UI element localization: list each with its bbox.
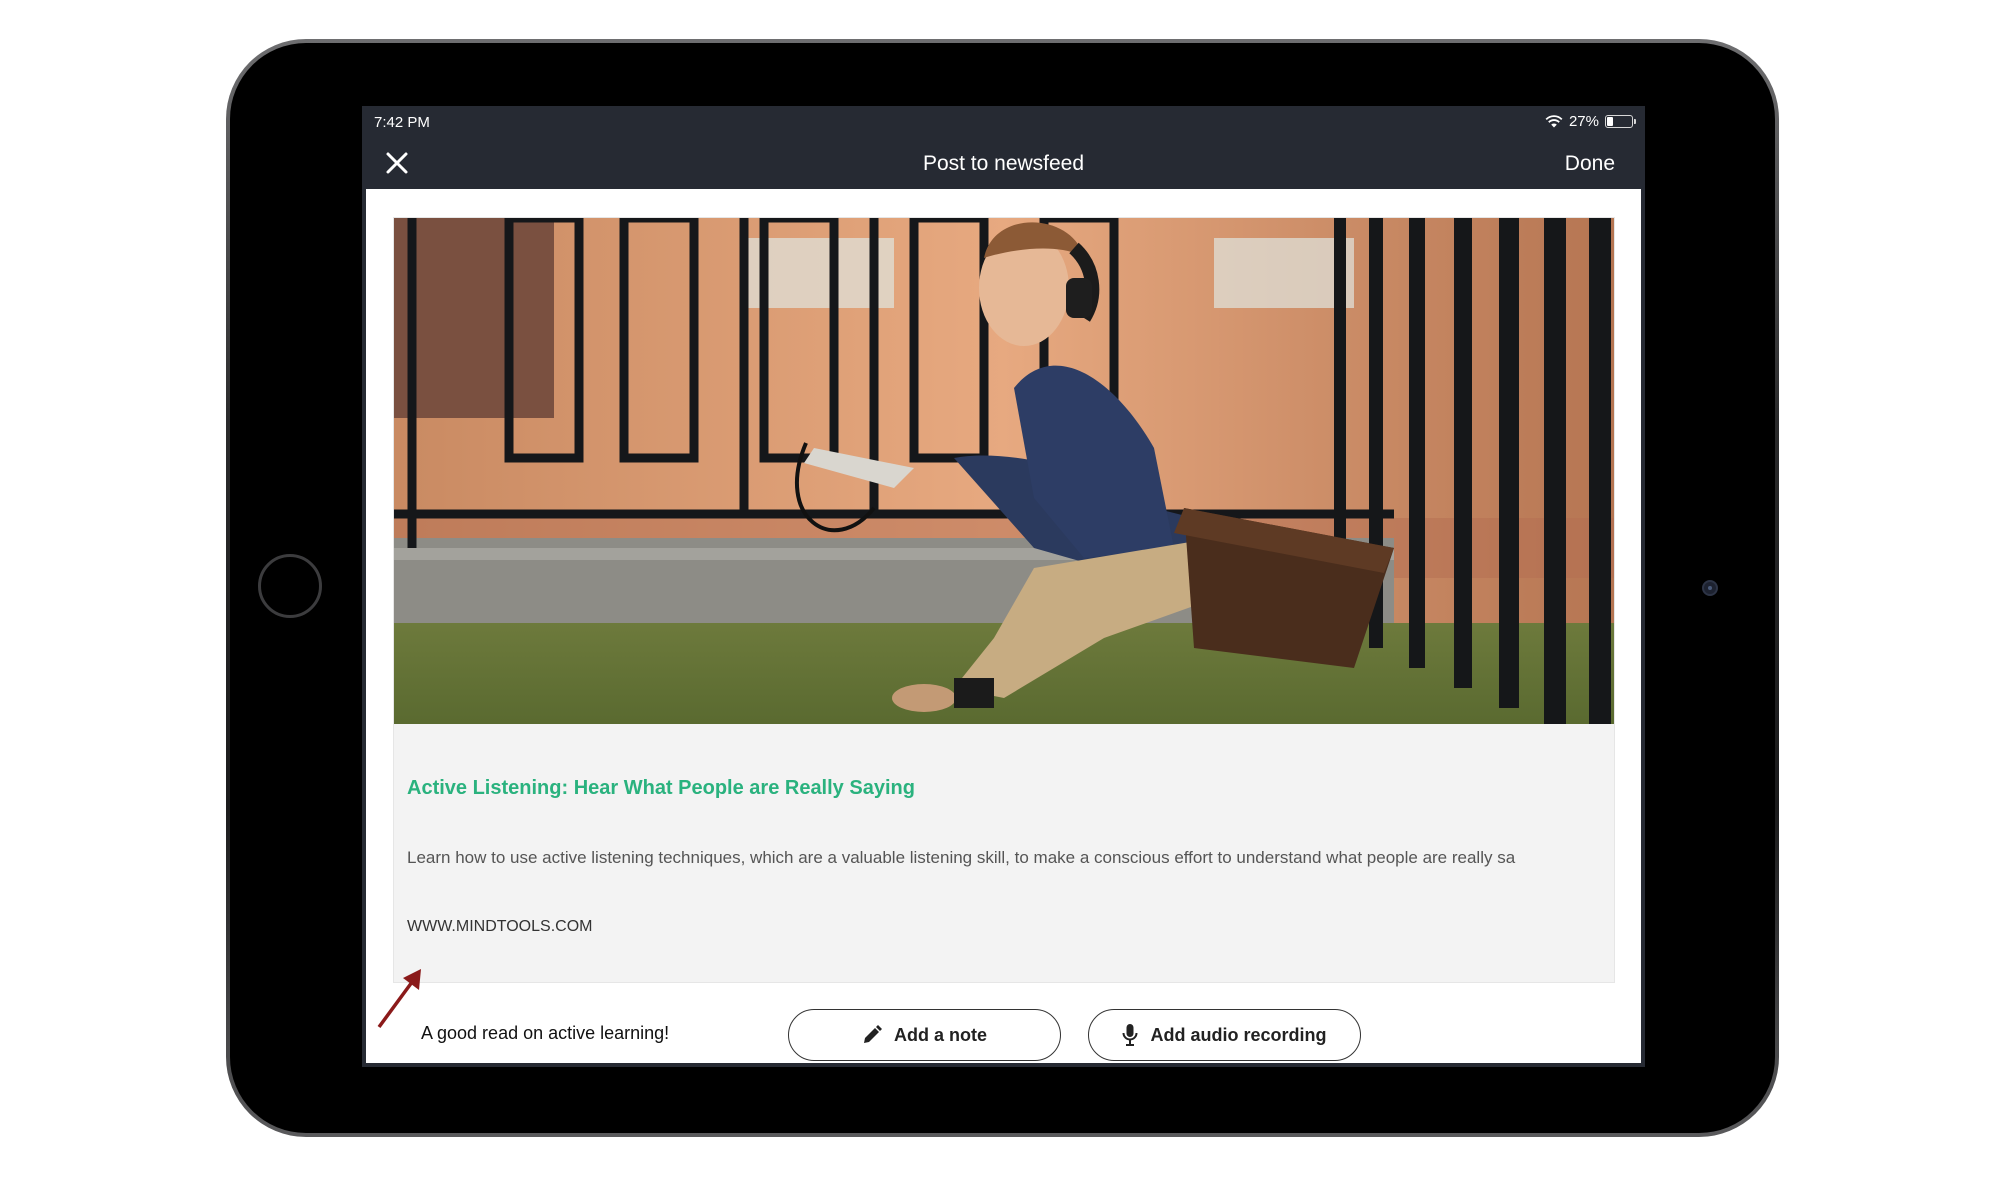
add-audio-recording-button[interactable]: Add audio recording (1088, 1009, 1361, 1061)
wifi-icon (1545, 115, 1563, 128)
add-audio-label: Add audio recording (1150, 1024, 1327, 1045)
microphone-icon (1122, 1024, 1138, 1046)
screen-edge-left (362, 189, 366, 1067)
done-button[interactable]: Done (1565, 152, 1615, 176)
card-title[interactable]: Active Listening: Hear What People are R… (407, 777, 915, 800)
battery-fill (1607, 117, 1613, 126)
screen-edge-right (1641, 189, 1645, 1067)
link-preview-card[interactable]: Active Listening: Hear What People are R… (393, 217, 1615, 983)
status-indicators: 27% (1545, 113, 1636, 130)
card-domain: WWW.MINDTOOLS.COM (407, 918, 593, 935)
annotation-arrow-icon (377, 969, 421, 1029)
card-image (394, 218, 1614, 724)
card-description: Learn how to use active listening techni… (407, 848, 1516, 867)
page-title: Post to newsfeed (922, 152, 1085, 175)
navigation-bar: 7:42 PM 27% Post to newsfeed Done (362, 106, 1645, 189)
battery-icon (1605, 115, 1636, 128)
add-note-label: Add a note (894, 1024, 987, 1045)
note-text[interactable]: A good read on active learning! (421, 1023, 669, 1044)
status-time: 7:42 PM (374, 114, 430, 131)
screen-edge-bottom (362, 1063, 1645, 1067)
home-button[interactable] (258, 554, 322, 618)
battery-percentage: 27% (1568, 113, 1599, 130)
screen: 7:42 PM 27% Post to newsfeed Done Active… (362, 106, 1645, 1067)
add-note-button[interactable]: Add a note (788, 1009, 1061, 1061)
camera-icon (1702, 580, 1718, 596)
pencil-icon (864, 1025, 882, 1043)
